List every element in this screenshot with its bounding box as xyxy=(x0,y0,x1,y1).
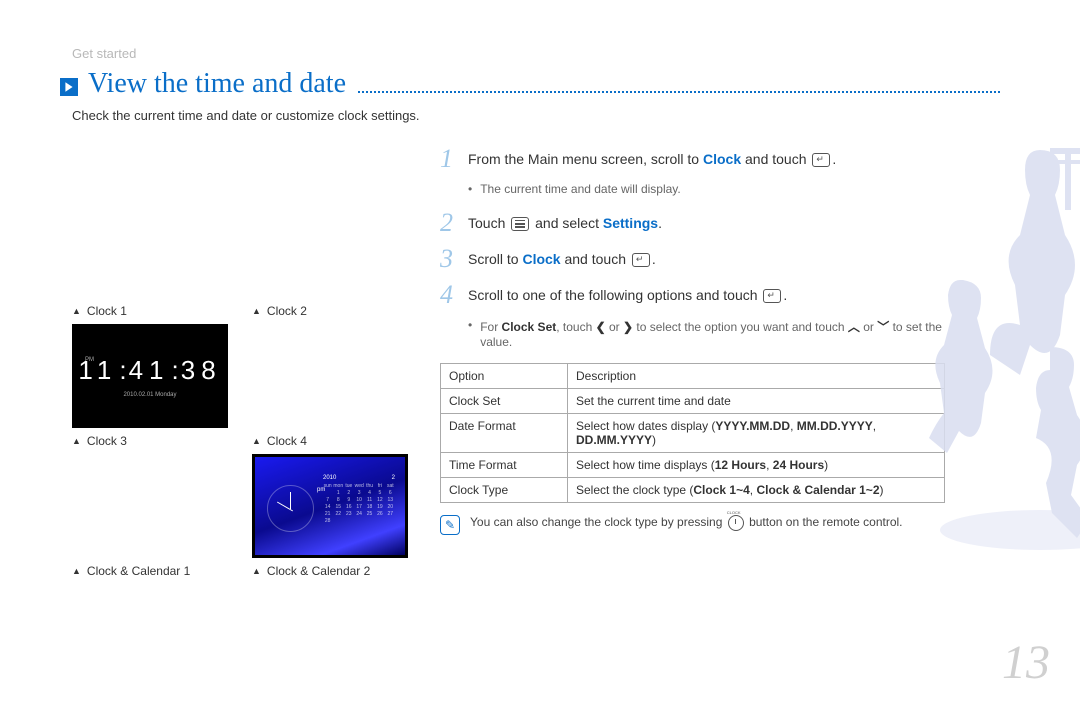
step-number: 2 xyxy=(440,210,468,236)
enter-icon xyxy=(632,253,650,267)
step-4: 4 Scroll to one of the following options… xyxy=(440,282,945,308)
title-row: View the time and date xyxy=(60,68,1000,100)
table-row: Clock Type Select the clock type (Clock … xyxy=(441,478,945,503)
intro-text: Check the current time and date or custo… xyxy=(72,108,420,123)
clock4-preview: pm 20102 sunmontuewedthufrisat 123456 78… xyxy=(252,454,408,558)
up-arrow-icon: ︿ xyxy=(848,318,860,335)
enter-icon xyxy=(812,153,830,167)
mini-calendar: 20102 sunmontuewedthufrisat 123456 78910… xyxy=(323,475,395,524)
note: ✎ You can also change the clock type by … xyxy=(440,515,945,535)
clock1-time: 11:41:38 xyxy=(78,355,221,386)
thumb-clock-calendar-2: Clock & Calendar 2 xyxy=(252,564,424,584)
step-1: 1 From the Main menu screen, scroll to C… xyxy=(440,146,945,172)
clock1-pm: PM xyxy=(85,357,94,363)
clock-button-icon xyxy=(728,515,744,531)
breadcrumb: Get started xyxy=(72,46,136,61)
analog-clock-icon xyxy=(267,485,314,532)
step-1-bullet: The current time and date will display. xyxy=(468,182,945,196)
enter-icon xyxy=(763,289,781,303)
clock1-preview: PM 11:41:38 2010.02.01 Monday xyxy=(72,324,228,428)
thumb-clock-3: Clock 3 xyxy=(72,434,244,558)
step-2: 2 Touch and select Settings. xyxy=(440,210,945,236)
clock1-date: 2010.02.01 Monday xyxy=(123,392,176,398)
options-table: Option Description Clock Set Set the cur… xyxy=(440,363,945,503)
down-arrow-icon: ﹀ xyxy=(877,318,889,335)
thumb-label: Clock 4 xyxy=(252,434,424,448)
step-number: 4 xyxy=(440,282,468,308)
thumb-clock-4: Clock 4 pm 20102 sunmontuewedthufrisat 1… xyxy=(252,434,424,558)
step-number: 1 xyxy=(440,146,468,172)
thumb-clock-calendar-1: Clock & Calendar 1 xyxy=(72,564,244,584)
thumb-clock-1: Clock 1 PM 11:41:38 2010.02.01 Monday xyxy=(72,304,244,428)
col-option: Option xyxy=(441,364,568,389)
thumb-label: Clock 3 xyxy=(72,434,244,448)
instructions: 1 From the Main menu screen, scroll to C… xyxy=(440,146,945,535)
table-header-row: Option Description xyxy=(441,364,945,389)
page-number: 13 xyxy=(1002,635,1050,690)
col-description: Description xyxy=(568,364,945,389)
step-4-bullet: For Clock Set, touch ❮ or ❯ to select th… xyxy=(468,318,945,349)
step-3: 3 Scroll to Clock and touch . xyxy=(440,246,945,272)
thumb-clock-2: Clock 2 xyxy=(252,304,424,428)
page-title: View the time and date xyxy=(88,68,346,100)
title-dotted-rule xyxy=(358,90,1000,93)
thumb-label: Clock & Calendar 1 xyxy=(72,564,244,578)
chapter-icon xyxy=(60,78,78,96)
menu-icon xyxy=(511,217,529,231)
table-row: Time Format Select how time displays (12… xyxy=(441,453,945,478)
table-row: Date Format Select how dates display (YY… xyxy=(441,414,945,453)
step-number: 3 xyxy=(440,246,468,272)
thumb-label: Clock & Calendar 2 xyxy=(252,564,424,578)
left-arrow-icon: ❮ xyxy=(596,320,606,334)
note-icon: ✎ xyxy=(440,515,460,535)
clock-thumbnails: Clock 1 PM 11:41:38 2010.02.01 Monday Cl… xyxy=(72,304,422,584)
right-arrow-icon: ❯ xyxy=(623,320,633,334)
thumb-label: Clock 1 xyxy=(72,304,244,318)
table-row: Clock Set Set the current time and date xyxy=(441,389,945,414)
thumb-label: Clock 2 xyxy=(252,304,424,318)
